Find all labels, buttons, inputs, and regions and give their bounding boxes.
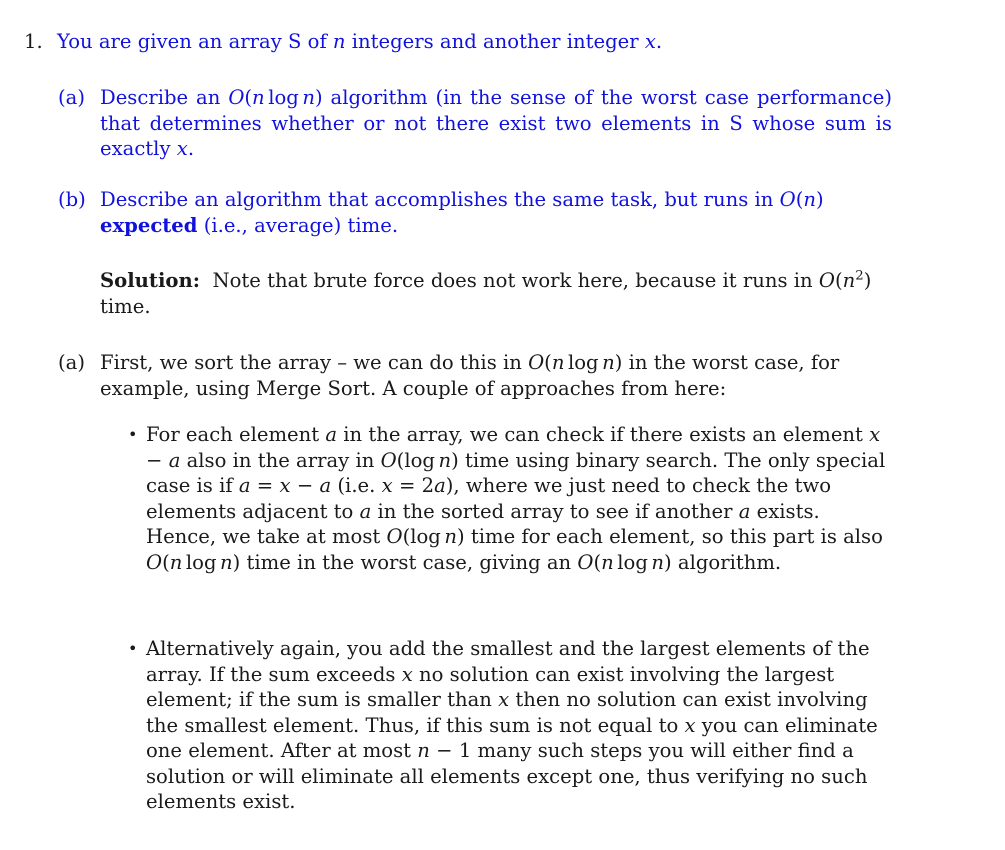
math-a-1: a xyxy=(325,423,338,446)
solution-subitem-a: (a) First, we sort the array – we can do… xyxy=(58,350,892,401)
itemize-bullet-2: • Alternatively again, you add the small… xyxy=(128,636,892,815)
math-x-a: x xyxy=(176,137,188,160)
math-a-eq-x-minus-a: a = x − a xyxy=(238,474,332,497)
b1-seg-10: time in the worst case, giving an xyxy=(240,550,578,574)
math-o-log-n-1: O(log n) xyxy=(380,448,459,472)
bullet-2-text: Alternatively again, you add the smalles… xyxy=(146,636,892,815)
b1-seg-7: in the sorted array to see if another xyxy=(371,499,739,523)
math-o-n-log-n-a: O(n log n) xyxy=(228,86,323,109)
part-b-text: Describe an algorithm that accomplishes … xyxy=(100,187,892,238)
math-o-log-n-2: O(log n) xyxy=(386,525,465,548)
problem-statement-text-1: You are given an array S of xyxy=(57,30,333,53)
math-o-n-log-n-b1-a: O(n log n) xyxy=(146,550,241,574)
math-x-b2-3: x xyxy=(684,713,696,737)
b1-seg-2: in the array, we can check if there exis… xyxy=(337,423,870,446)
part-a-seg-1: Describe an xyxy=(100,86,229,109)
part-b-seg-1: Describe an algorithm that accomplishes … xyxy=(100,188,780,211)
b1-seg-5: (i.e. xyxy=(331,474,382,497)
math-o-n-b: O(n) xyxy=(779,188,824,211)
math-x-b2-1: x xyxy=(401,662,413,686)
part-b-expected-bold: expected xyxy=(100,213,198,237)
enumerate-item-1: 1. You are given an array S of n integer… xyxy=(24,29,892,55)
problem-statement-text-2: integers and another integer xyxy=(345,30,645,53)
item-number-1: 1. xyxy=(24,30,43,53)
solution-intro-post: time. xyxy=(100,294,151,318)
math-x-b2-2: x xyxy=(498,688,510,711)
math-o-n-log-n-b1-b: O(n log n) xyxy=(577,550,672,574)
math-x-1: x xyxy=(644,30,656,53)
enumerate-subitem-b: (b) Describe an algorithm that accomplis… xyxy=(58,187,892,238)
solution-label-a: (a) xyxy=(58,351,85,374)
problem-statement: You are given an array S of n integers a… xyxy=(57,29,892,55)
part-b-seg-3: (i.e., average) time. xyxy=(197,213,399,237)
bullet-marker-icon: • xyxy=(128,425,138,444)
part-a-text: Describe an O(n log n) algorithm (in the s… xyxy=(100,85,892,162)
solution-heading: Solution: xyxy=(100,269,200,292)
bullet-1-text: For each element a in the array, we can … xyxy=(146,422,892,575)
problem-statement-text-3: . xyxy=(655,30,663,53)
b1-seg-9: time for each element, so this part is a… xyxy=(464,525,883,548)
bullet-marker-icon-2: • xyxy=(128,639,138,658)
math-x-eq-2a: x = 2a xyxy=(381,474,446,497)
math-o-n-log-n-sol-a: O(n log n) xyxy=(528,351,623,374)
math-a-2: a xyxy=(359,499,372,523)
math-n-1: n xyxy=(332,30,346,53)
subitem-label-a: (a) xyxy=(58,86,85,109)
document-page: 1. You are given an array S of n integer… xyxy=(0,0,1005,850)
b1-seg-3: also in the array in xyxy=(180,448,381,472)
math-o-n-squared: O(n2) xyxy=(818,268,872,292)
b1-seg-1: For each element xyxy=(146,423,326,446)
solution-a-seg-1: First, we sort the array – we can do thi… xyxy=(100,351,529,374)
enumerate-subitem-a: (a) Describe an O(n log n) algorithm (in t… xyxy=(58,85,892,162)
math-a-3: a xyxy=(738,499,751,523)
solution-intro: Solution: Note that brute force does not … xyxy=(100,268,892,319)
solution-part-a-text: First, we sort the array – we can do thi… xyxy=(100,350,892,401)
itemize-bullet-1: • For each element a in the array, we ca… xyxy=(128,422,892,575)
part-a-seg-3: . xyxy=(187,137,195,160)
solution-intro-pre: Note that brute force does not work here… xyxy=(212,269,819,292)
subitem-label-b: (b) xyxy=(58,188,86,211)
math-n-minus-1: n −1 xyxy=(417,739,472,762)
b1-seg-11: algorithm. xyxy=(671,550,782,574)
